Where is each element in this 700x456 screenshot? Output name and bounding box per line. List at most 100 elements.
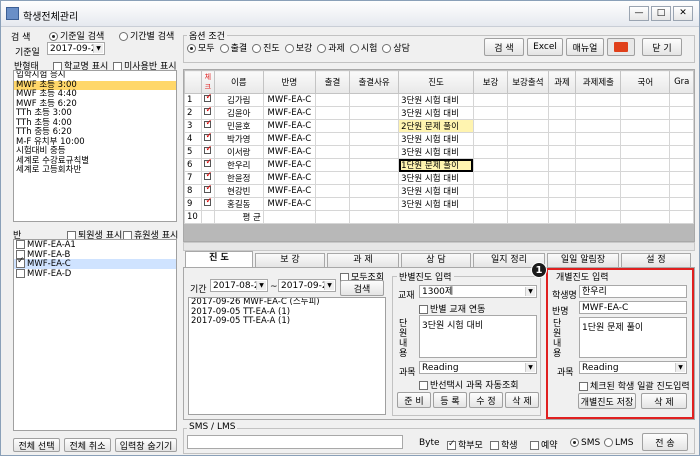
sms-student-checkbox[interactable]: 학생 <box>490 438 518 451</box>
indiv-class-input[interactable]: MWF-EA-C <box>579 301 687 314</box>
auto-subject-checkbox[interactable]: 반선택시 과목 자동조회 <box>419 378 519 391</box>
attendance-reason-cell[interactable] <box>349 132 400 146</box>
search-button[interactable]: 검 색 <box>484 38 524 56</box>
homework-cell[interactable] <box>547 184 577 198</box>
homework-cell[interactable] <box>547 106 577 120</box>
row-check-cell[interactable] <box>200 93 215 107</box>
supplement-attend-cell[interactable] <box>507 145 549 159</box>
korean-cell[interactable] <box>620 132 671 146</box>
homework-submit-cell[interactable] <box>575 119 622 133</box>
class-item[interactable]: MWF-EA-D <box>14 268 176 278</box>
gra-cell[interactable] <box>669 197 694 211</box>
grid-header-cell[interactable]: 반명 <box>262 70 316 94</box>
row-check-cell[interactable] <box>200 119 215 133</box>
attendance-reason-cell[interactable] <box>349 197 400 211</box>
row-check-cell[interactable] <box>200 158 215 172</box>
attendance-cell[interactable] <box>314 106 351 120</box>
homework-cell[interactable] <box>547 145 577 159</box>
homework-cell[interactable] <box>547 171 577 185</box>
grid-header-cell[interactable]: 보강 <box>472 70 509 94</box>
supplement-attend-cell[interactable] <box>507 197 549 211</box>
progress-cell[interactable]: 3단원 시험 대비 <box>398 184 474 198</box>
supplement-cell[interactable] <box>472 184 509 198</box>
supplement-cell[interactable] <box>472 197 509 211</box>
sms-radio[interactable]: SMS <box>570 438 600 448</box>
base-date-input[interactable]: 2017-09-26 ▼ <box>47 42 105 55</box>
prep-button[interactable]: 준 비 <box>397 392 431 408</box>
supplement-cell[interactable] <box>472 132 509 146</box>
grid-header-cell[interactable]: 이름 <box>213 70 264 94</box>
attendance-reason-cell[interactable] <box>349 145 400 159</box>
class-item[interactable]: MWF-EA-B <box>14 249 176 259</box>
attendance-cell[interactable] <box>314 184 351 198</box>
attendance-cell[interactable] <box>314 93 351 107</box>
close-button[interactable]: 닫 기 <box>642 38 682 56</box>
gra-cell[interactable] <box>669 145 694 159</box>
table-row[interactable]: 4 박가영MWF-EA-C 3단원 시험 대비 <box>184 132 694 146</box>
hide-input-button[interactable]: 입력창 숨기기 <box>115 438 177 452</box>
progress-cell[interactable]: 3단원 시험 대비 <box>398 93 474 107</box>
attendance-cell[interactable] <box>314 145 351 159</box>
progress-cell[interactable]: 2단원 문제 풀이 <box>398 119 474 133</box>
supplement-cell[interactable] <box>472 145 509 159</box>
history-item[interactable]: 2017-09-05 TT-EA-A (1) <box>189 316 385 327</box>
attendance-cell[interactable] <box>314 119 351 133</box>
supplement-cell[interactable] <box>472 158 509 172</box>
korean-cell[interactable] <box>620 171 671 185</box>
option-radio[interactable]: 출결 <box>219 44 247 54</box>
excel-button[interactable]: Excel <box>527 38 563 56</box>
batch-progress-checkbox[interactable]: 체크된 학생 일괄 진도입력 <box>579 379 690 392</box>
korean-cell[interactable] <box>620 145 671 159</box>
lms-radio[interactable]: LMS <box>604 438 634 448</box>
class-unit-textarea[interactable]: 3단원 시험 대비 <box>419 315 537 358</box>
tab-1[interactable]: 진 도 <box>185 251 253 267</box>
table-row[interactable]: 3 민윤호MWF-EA-C 2단원 문제 풀이 <box>184 119 694 133</box>
option-radio[interactable]: 과제 <box>317 44 345 54</box>
progress-cell[interactable]: 3단원 시험 대비 <box>398 132 474 146</box>
progress-cell[interactable]: 3단원 시험 대비 <box>398 145 474 159</box>
attendance-cell[interactable] <box>314 158 351 172</box>
gra-cell[interactable] <box>669 184 694 198</box>
table-row[interactable]: 7 한윤정MWF-EA-C 3단원 시험 대비 <box>184 171 694 185</box>
attendance-reason-cell[interactable] <box>349 119 400 133</box>
korean-cell[interactable] <box>620 184 671 198</box>
cancel-all-button[interactable]: 전체 취소 <box>64 438 111 452</box>
grid-header-cell[interactable]: 출결사유 <box>349 70 400 94</box>
homework-submit-cell[interactable] <box>575 106 622 120</box>
sms-parent-checkbox[interactable]: 학부모 <box>447 438 483 451</box>
class-item[interactable]: MWF-EA-C <box>14 257 176 269</box>
homework-submit-cell[interactable] <box>575 171 622 185</box>
sms-reserve-checkbox[interactable]: 예약 <box>530 438 558 451</box>
table-row[interactable]: 6 한우리MWF-EA-C 1단원 문제 풀이 <box>184 158 694 172</box>
class-list[interactable]: MWF-EA-A1MWF-EA-BMWF-EA-CMWF-EA-D <box>13 239 177 431</box>
class-subject-select[interactable]: Reading ▼ <box>419 361 537 374</box>
attendance-reason-cell[interactable] <box>349 106 400 120</box>
indiv-delete-button[interactable]: 삭 제 <box>641 393 687 409</box>
row-check-cell[interactable] <box>200 184 215 198</box>
supplement-attend-cell[interactable] <box>507 119 549 133</box>
tab-4[interactable]: 상 담 <box>401 253 471 267</box>
korean-cell[interactable] <box>620 106 671 120</box>
gra-cell[interactable] <box>669 171 694 185</box>
period-from-input[interactable]: 2017-08-27 ▼ <box>210 279 268 292</box>
attendance-reason-cell[interactable] <box>349 158 400 172</box>
option-radio[interactable]: 진도 <box>252 44 280 54</box>
supplement-attend-cell[interactable] <box>507 158 549 172</box>
table-row[interactable]: 1 김가림MWF-EA-C 3단원 시험 대비 <box>184 93 694 107</box>
attendance-cell[interactable] <box>314 171 351 185</box>
tab-7[interactable]: 설 정 <box>621 253 691 267</box>
grid-header-cell[interactable]: Gra <box>669 70 694 94</box>
option-radio[interactable]: 상담 <box>382 44 410 54</box>
grid-header-cell[interactable]: 국어 <box>620 70 671 94</box>
maximize-button[interactable]: □ <box>651 6 671 21</box>
send-button[interactable]: 전 송 <box>642 433 688 451</box>
period-search-button[interactable]: 검색 <box>340 280 384 296</box>
korean-cell[interactable] <box>620 197 671 211</box>
tab-2[interactable]: 보 강 <box>255 253 325 267</box>
student-name-input[interactable]: 한우리 <box>579 285 687 298</box>
supplement-cell[interactable] <box>472 171 509 185</box>
gra-cell[interactable] <box>669 106 694 120</box>
edit-button[interactable]: 수 정 <box>469 392 503 408</box>
close-window-button[interactable]: ✕ <box>673 6 693 21</box>
grid-header-cell[interactable]: 과제 <box>547 70 577 94</box>
